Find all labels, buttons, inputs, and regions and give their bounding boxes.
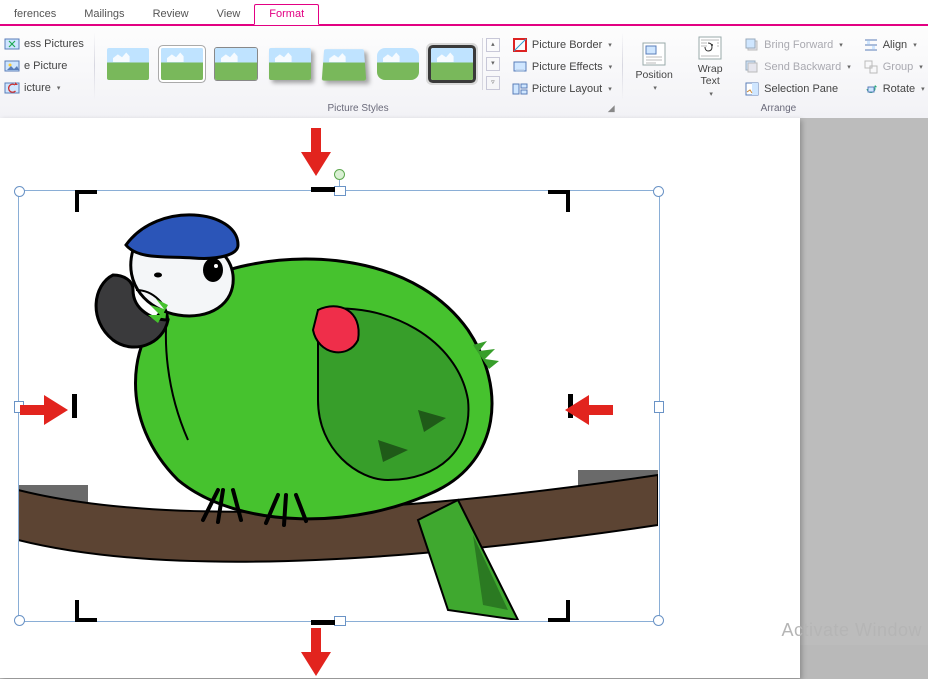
change-picture-icon xyxy=(4,58,20,74)
rotate-handle[interactable] xyxy=(334,169,345,180)
align-icon xyxy=(863,37,879,53)
bring-forward-button[interactable]: Bring Forward ▾ xyxy=(740,34,855,55)
group-label-arrange: Arrange xyxy=(628,103,928,116)
bring-forward-icon xyxy=(744,37,760,53)
compress-pictures-label: ess Pictures xyxy=(24,38,84,50)
selection-pane-button[interactable]: Selection Pane xyxy=(740,78,855,99)
group-icon xyxy=(863,59,879,75)
crop-handle[interactable] xyxy=(75,190,79,212)
reset-picture-button[interactable]: icture ▾ xyxy=(2,78,86,98)
group-button[interactable]: Group ▾ xyxy=(859,56,928,77)
selection-pane-label: Selection Pane xyxy=(764,83,838,95)
align-button[interactable]: Align ▾ xyxy=(859,34,928,55)
picture-layout-label: Picture Layout xyxy=(532,83,602,95)
wrap-text-button[interactable]: Wrap Text ▾ xyxy=(684,32,736,100)
group-picture-styles: ▴▾▿ Picture Border ▾ Picture Effects ▾ xyxy=(94,26,622,118)
rotate-button[interactable]: Rotate ▾ xyxy=(859,78,928,99)
position-button[interactable]: Position ▾ xyxy=(628,32,680,100)
wrap-text-icon xyxy=(696,34,724,62)
dropdown-arrow-icon: ▾ xyxy=(847,63,851,71)
picture-layout-icon xyxy=(512,81,528,97)
dropdown-arrow-icon: ▾ xyxy=(913,41,917,49)
style-thumb[interactable] xyxy=(428,44,476,84)
bring-forward-label: Bring Forward xyxy=(764,39,833,51)
compress-icon xyxy=(4,36,20,52)
group-arrange: Position ▾ Wrap Text ▾ Bring Forward ▾ xyxy=(622,26,928,118)
tab-view[interactable]: View xyxy=(203,5,255,24)
gallery-more-button[interactable]: ▴▾▿ xyxy=(482,38,500,90)
ribbon: ess Pictures e Picture icture ▾ xyxy=(0,26,928,119)
resize-handle[interactable] xyxy=(653,615,664,626)
activate-windows-watermark: Activate Window xyxy=(781,620,922,641)
crop-handle[interactable] xyxy=(311,620,335,625)
selection-pane-icon xyxy=(744,81,760,97)
annotation-arrow-icon xyxy=(20,391,68,429)
reset-picture-label: icture xyxy=(24,82,51,94)
crop-handle[interactable] xyxy=(75,600,79,622)
document-page[interactable] xyxy=(0,118,800,678)
picture-layout-button[interactable]: Picture Layout ▾ xyxy=(508,78,616,99)
crop-handle[interactable] xyxy=(72,394,77,418)
dropdown-arrow-icon: ▾ xyxy=(609,63,613,71)
align-label: Align xyxy=(883,39,907,51)
position-label: Position xyxy=(635,70,672,82)
tab-format[interactable]: Format xyxy=(254,4,319,25)
send-backward-icon xyxy=(744,59,760,75)
crop-handle[interactable] xyxy=(311,187,335,192)
annotation-arrow-icon xyxy=(565,391,613,429)
resize-handle[interactable] xyxy=(653,186,664,197)
ribbon-tabs: ferences Mailings Review View Format xyxy=(0,0,928,26)
crop-handle[interactable] xyxy=(566,190,570,212)
resize-handle[interactable] xyxy=(14,615,25,626)
resize-handle[interactable] xyxy=(14,186,25,197)
tab-mailings[interactable]: Mailings xyxy=(70,5,138,24)
picture-effects-label: Picture Effects xyxy=(532,61,603,73)
group-label-text: Group xyxy=(883,61,914,73)
dropdown-arrow-icon: ▾ xyxy=(653,84,657,92)
style-thumb[interactable] xyxy=(212,44,260,84)
picture-effects-button[interactable]: Picture Effects ▾ xyxy=(508,56,616,77)
change-picture-button[interactable]: e Picture xyxy=(2,56,86,76)
picture-styles-gallery[interactable]: ▴▾▿ xyxy=(100,32,504,96)
picture-border-icon xyxy=(512,37,528,53)
rotate-icon xyxy=(863,81,879,97)
style-thumb[interactable] xyxy=(158,44,206,84)
compress-pictures-button[interactable]: ess Pictures xyxy=(2,34,86,54)
annotation-arrow-icon xyxy=(297,628,335,676)
reset-picture-icon xyxy=(4,80,20,96)
dropdown-arrow-icon: ▾ xyxy=(608,41,612,49)
tab-review[interactable]: Review xyxy=(139,5,203,24)
annotation-arrow-icon xyxy=(297,128,335,176)
resize-handle[interactable] xyxy=(654,401,664,413)
style-thumb[interactable] xyxy=(374,44,422,84)
wrap-text-label: Wrap Text xyxy=(698,64,723,87)
picture-effects-icon xyxy=(512,59,528,75)
crop-frame[interactable] xyxy=(75,190,570,622)
dropdown-arrow-icon: ▾ xyxy=(709,90,713,98)
style-thumb[interactable] xyxy=(320,44,368,84)
dialog-launcher-icon[interactable]: ◢ xyxy=(604,102,618,116)
dropdown-arrow-icon: ▾ xyxy=(921,85,925,93)
send-backward-label: Send Backward xyxy=(764,61,841,73)
style-thumb[interactable] xyxy=(104,44,152,84)
rotate-label: Rotate xyxy=(883,83,915,95)
picture-border-button[interactable]: Picture Border ▾ xyxy=(508,34,616,55)
send-backward-button[interactable]: Send Backward ▾ xyxy=(740,56,855,77)
position-icon xyxy=(640,40,668,68)
style-thumb[interactable] xyxy=(266,44,314,84)
document-area: Activate Window xyxy=(0,118,928,645)
group-label-picture-styles: Picture Styles xyxy=(100,103,616,116)
dropdown-arrow-icon: ▾ xyxy=(57,84,61,92)
dropdown-arrow-icon: ▾ xyxy=(839,41,843,49)
picture-border-label: Picture Border xyxy=(532,39,602,51)
change-picture-label: e Picture xyxy=(24,60,67,72)
dropdown-arrow-icon: ▾ xyxy=(919,63,923,71)
group-adjust: ess Pictures e Picture icture ▾ xyxy=(0,26,94,118)
tab-references[interactable]: ferences xyxy=(0,5,70,24)
crop-handle[interactable] xyxy=(566,600,570,622)
dropdown-arrow-icon: ▾ xyxy=(608,85,612,93)
